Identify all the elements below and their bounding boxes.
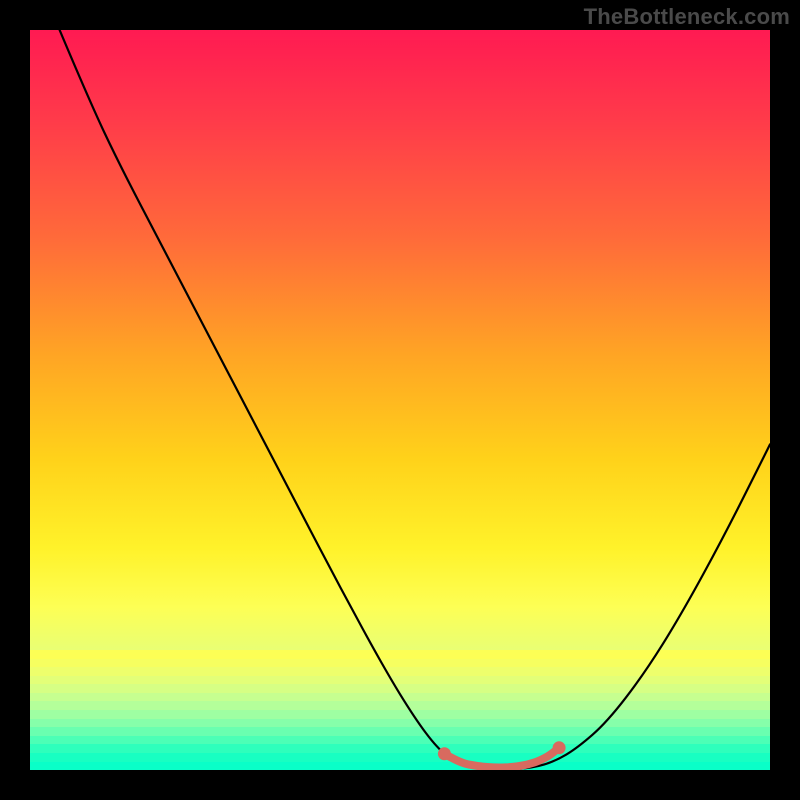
chart-frame: { "watermark": "TheBottleneck.com", "col… bbox=[0, 0, 800, 800]
highlight-dot bbox=[438, 747, 451, 760]
watermark-text: TheBottleneck.com bbox=[584, 4, 790, 30]
bottleneck-curve bbox=[60, 30, 770, 770]
curve-svg bbox=[30, 30, 770, 770]
highlight-dot bbox=[553, 741, 566, 754]
plot-area bbox=[30, 30, 770, 770]
